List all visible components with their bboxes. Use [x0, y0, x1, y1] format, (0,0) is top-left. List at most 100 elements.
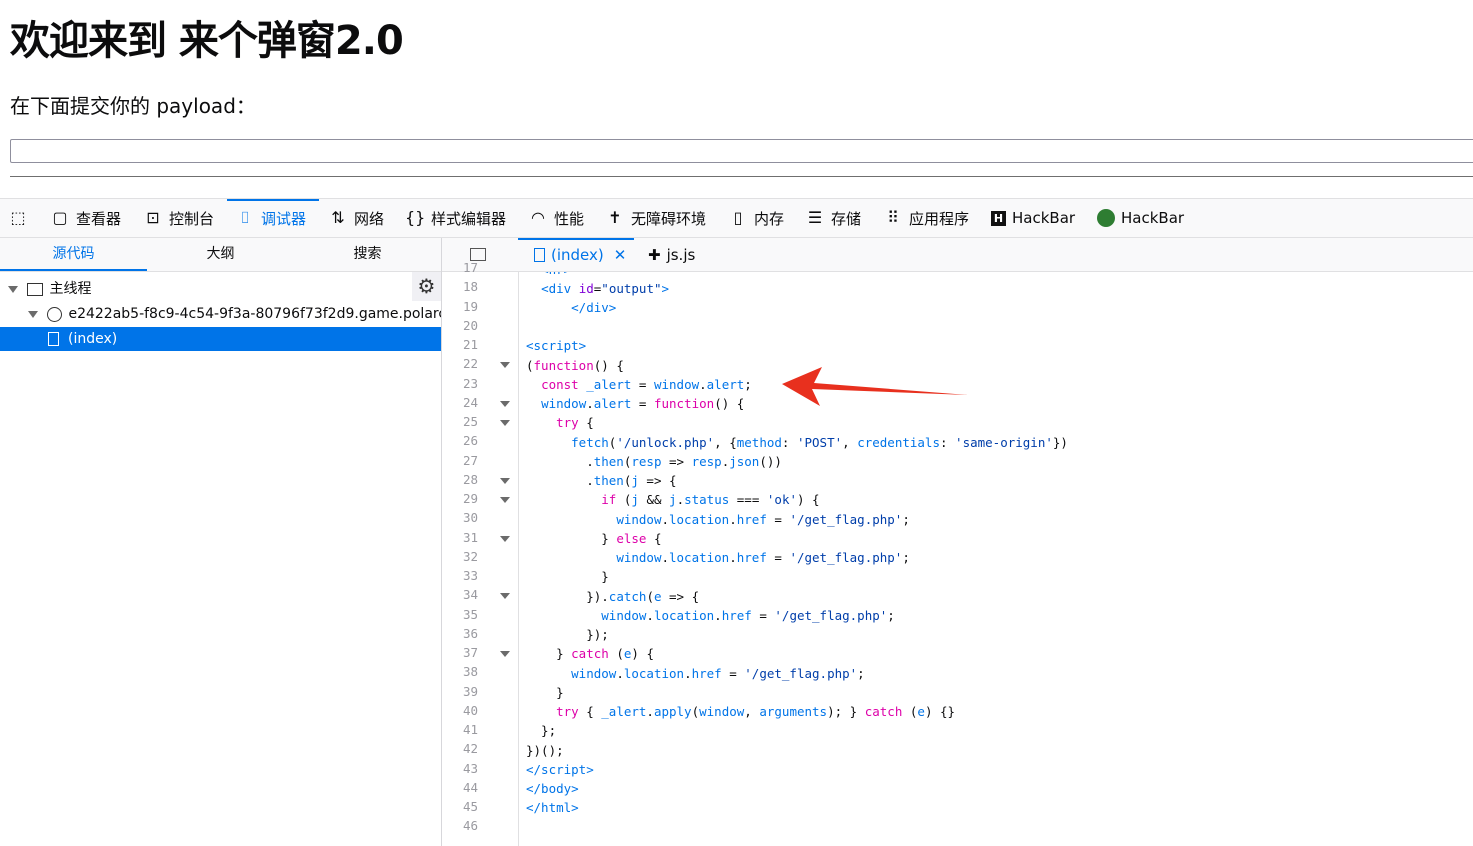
fold-toggle-icon[interactable] — [500, 420, 510, 426]
tab-search[interactable]: 搜索 — [294, 238, 441, 271]
code-line: </body> — [526, 781, 579, 796]
line-number[interactable]: 21 — [442, 337, 478, 352]
line-number[interactable]: 37 — [442, 645, 478, 660]
fold-toggle-icon[interactable] — [500, 651, 510, 657]
globe-icon — [47, 306, 63, 322]
fold-toggle-icon[interactable] — [500, 593, 510, 600]
line-number[interactable]: 35 — [442, 607, 478, 622]
line-number[interactable]: 31 — [442, 530, 478, 545]
tab-memory[interactable]: ▯ 内存 — [728, 199, 784, 237]
payload-prompt: 在下面提交你的 payload： — [10, 94, 256, 118]
fold-toggle-icon[interactable] — [500, 400, 510, 407]
code-line: const _alert = window.alert; — [541, 377, 752, 392]
expand-icon — [28, 310, 38, 318]
line-number[interactable]: 20 — [442, 318, 478, 333]
tab-application[interactable]: ⠿ 应用程序 — [883, 199, 969, 237]
code-line: })(); — [526, 743, 564, 758]
tab-label: 存储 — [831, 209, 862, 228]
hackbar-green-icon — [1097, 209, 1115, 227]
line-number[interactable]: 45 — [442, 799, 478, 814]
line-number[interactable]: 43 — [442, 761, 478, 776]
code-line: <script> — [526, 338, 587, 353]
line-number[interactable]: 32 — [442, 549, 478, 564]
code-line: window.location.href = '/get_flag.php'; — [616, 550, 910, 565]
line-number[interactable]: 24 — [442, 395, 478, 410]
window-icon — [27, 282, 44, 296]
tree-host[interactable]: e2422ab5-f8c9-4c54-9f3a-80796f73f2d9.gam… — [0, 302, 441, 326]
tab-performance[interactable]: ◠ 性能 — [528, 199, 584, 237]
accessibility-icon: ✝ — [608, 208, 622, 227]
tab-style-editor[interactable]: {} 样式编辑器 — [405, 199, 506, 237]
line-number[interactable]: 19 — [442, 299, 478, 314]
line-number[interactable]: 46 — [442, 818, 478, 833]
line-number[interactable]: 36 — [442, 626, 478, 641]
code-line: } — [526, 569, 609, 584]
file-label: (index) — [68, 331, 118, 347]
line-number[interactable]: 33 — [442, 568, 478, 583]
code-line: fetch('/unlock.php', {method: 'POST', cr… — [571, 435, 1068, 450]
line-number[interactable]: 44 — [442, 780, 478, 795]
tab-hackbar-1[interactable]: H HackBar — [991, 199, 1075, 237]
line-number[interactable]: 41 — [442, 722, 478, 737]
line-number[interactable]: 26 — [442, 433, 478, 448]
line-number[interactable]: 25 — [442, 414, 478, 429]
tab-outline[interactable]: 大纲 — [147, 238, 294, 271]
style-editor-icon: {} — [405, 208, 426, 227]
line-number[interactable]: 42 — [442, 741, 478, 756]
tab-accessibility[interactable]: ✝ 无障碍环境 — [605, 199, 706, 237]
pick-element-button[interactable]: ⬚ — [8, 199, 28, 237]
tab-network[interactable]: ⇅ 网络 — [328, 199, 384, 237]
tab-hackbar-2[interactable]: HackBar — [1097, 199, 1184, 237]
tree-thread[interactable]: 主线程 — [0, 277, 441, 301]
tab-label: 无障碍环境 — [631, 209, 707, 228]
code-line: window.alert = function() { — [541, 396, 745, 411]
fold-toggle-icon[interactable] — [500, 497, 510, 503]
code-line: window.location.href = '/get_flag.php'; — [601, 608, 895, 623]
line-number[interactable]: 22 — [442, 356, 478, 371]
active-tab-indicator — [0, 269, 147, 271]
tab-debugger[interactable]: ⌷ 调试器 — [235, 199, 306, 237]
line-number[interactable]: 29 — [442, 491, 478, 506]
devtools-panel: ⬚ ▢ 查看器 ⊡ 控制台 ⌷ 调试器 ⇅ 网络 {} 样式编辑器 ◠ 性能 ✝ 无障碍环境 … — [0, 198, 1473, 846]
tab-js-file[interactable]: ✚ js.js — [648, 238, 695, 271]
tree-file-index[interactable]: (index) — [0, 327, 441, 351]
close-icon[interactable]: ✕ — [614, 246, 627, 264]
line-number[interactable]: 27 — [442, 453, 478, 468]
code-line: } — [526, 685, 564, 700]
line-number[interactable]: 17 — [442, 260, 478, 275]
line-number[interactable]: 28 — [442, 472, 478, 487]
tab-inspector[interactable]: ▢ 查看器 — [50, 199, 121, 237]
code-line: (function() { — [526, 358, 624, 373]
fold-toggle-icon[interactable] — [500, 362, 510, 369]
memory-icon: ▯ — [733, 208, 743, 227]
code-line: }); — [526, 627, 609, 642]
line-number[interactable]: 40 — [442, 703, 478, 718]
fold-toggle-icon[interactable] — [500, 477, 510, 484]
tab-sources[interactable]: 源代码 — [0, 238, 147, 271]
tab-storage[interactable]: ☰ 存储 — [805, 199, 861, 237]
host-label: e2422ab5-f8c9-4c54-9f3a-80796f73f2d9.gam… — [68, 306, 441, 322]
line-number[interactable]: 18 — [442, 279, 478, 294]
file-icon — [48, 332, 59, 346]
line-number[interactable]: 23 — [442, 376, 478, 391]
inspector-icon: ▢ — [52, 208, 68, 227]
code-line: window.location.href = '/get_flag.php'; — [571, 666, 865, 681]
sources-tabs: 源代码 大纲 搜索 — [0, 238, 441, 272]
payload-input[interactable] — [10, 139, 1473, 163]
line-number[interactable]: 30 — [442, 510, 478, 525]
code-line: .then(j => { — [526, 473, 677, 488]
code-editor[interactable]: <hr> <div id="output"> </div> <script> (… — [519, 272, 1473, 846]
file-icon — [534, 247, 545, 262]
code-line: try { — [556, 415, 594, 430]
line-number[interactable]: 38 — [442, 664, 478, 679]
expand-icon — [8, 285, 18, 293]
line-number[interactable]: 34 — [442, 587, 478, 602]
fold-toggle-icon[interactable] — [500, 535, 510, 542]
debugger-icon: ⌷ — [240, 208, 250, 227]
code-line: } else { — [526, 531, 662, 546]
tab-console[interactable]: ⊡ 控制台 — [143, 199, 214, 237]
tab-index-file[interactable]: (index) ✕ — [534, 238, 626, 271]
line-number[interactable]: 39 — [442, 684, 478, 699]
pick-element-icon: ⬚ — [10, 208, 26, 227]
divider — [10, 176, 1473, 177]
